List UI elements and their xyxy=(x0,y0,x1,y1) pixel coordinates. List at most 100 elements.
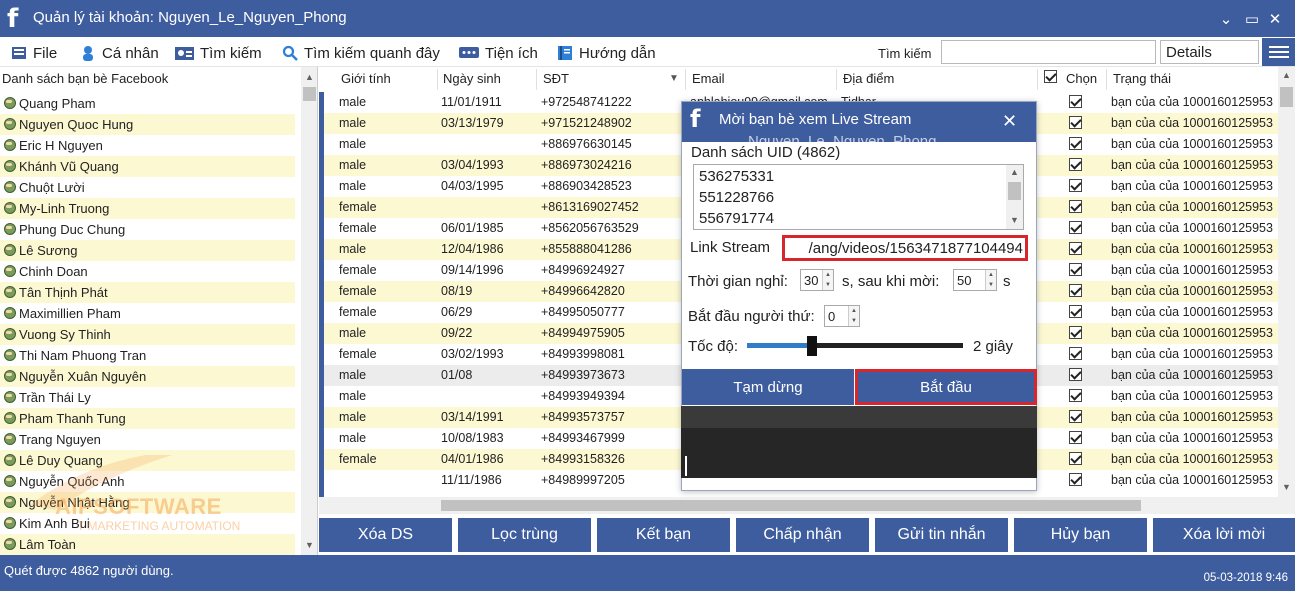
select-checkbox[interactable] xyxy=(1069,284,1082,297)
column-header-phone[interactable]: SĐT xyxy=(543,71,569,89)
column-header-place[interactable]: Địa điểm xyxy=(843,71,894,89)
scroll-thumb[interactable] xyxy=(1008,182,1021,200)
table-horizontal-scrollbar[interactable] xyxy=(319,497,1295,514)
uid-scrollbar[interactable]: ▲ ▼ xyxy=(1006,165,1023,229)
friend-list-item[interactable]: Lâm Toàn xyxy=(0,534,295,555)
speed-slider-thumb[interactable] xyxy=(807,336,817,356)
speed-slider-track[interactable] xyxy=(747,343,963,348)
select-checkbox[interactable] xyxy=(1069,368,1082,381)
column-header-gender[interactable]: Giới tính xyxy=(341,71,391,89)
friend-list-item[interactable]: Quang Pham xyxy=(0,93,295,114)
select-checkbox[interactable] xyxy=(1069,95,1082,108)
friend-list-item[interactable]: Nguyễn Quốc Anh xyxy=(0,471,295,492)
menu-utilities[interactable]: Tiện ích xyxy=(459,43,538,63)
friend-list-item[interactable]: Nguyễn Xuân Nguyên xyxy=(0,366,295,387)
scroll-down-icon[interactable]: ▼ xyxy=(1278,479,1295,496)
table-vertical-scrollbar[interactable]: ▲ ▼ xyxy=(1278,67,1295,497)
friend-list-item[interactable]: Chinh Doan xyxy=(0,261,295,282)
stepper-arrows-icon[interactable]: ▲ ▼ xyxy=(848,306,859,326)
scroll-thumb[interactable] xyxy=(1280,87,1293,107)
scroll-down-icon[interactable]: ▼ xyxy=(1006,213,1023,227)
select-checkbox[interactable] xyxy=(1069,179,1082,192)
unfriend-button[interactable]: Hủy bạn xyxy=(1014,518,1147,552)
dialog-close-button[interactable]: ✕ xyxy=(1002,111,1017,132)
scroll-up-icon[interactable]: ▲ xyxy=(1278,67,1295,84)
close-window-button[interactable]: ✕ xyxy=(1266,10,1284,28)
send-message-button[interactable]: Gửi tin nhắn xyxy=(875,518,1008,552)
select-checkbox[interactable] xyxy=(1069,263,1082,276)
scroll-up-icon[interactable]: ▲ xyxy=(301,69,317,86)
friend-list-item[interactable]: Trần Thái Ly xyxy=(0,387,295,408)
menu-personal[interactable]: Cá nhân xyxy=(80,43,159,63)
friend-list-item[interactable]: Trang Nguyen xyxy=(0,429,295,450)
link-stream-input[interactable]: ang/videos/1563471877104494/ xyxy=(782,235,1028,261)
cell-phone: +84996642820 xyxy=(541,284,625,298)
scroll-thumb[interactable] xyxy=(303,87,316,101)
uid-textarea[interactable]: 536275331 551228766 556791774 ▲ ▼ xyxy=(693,164,1024,230)
friend-list-item[interactable]: Khánh Vũ Quang xyxy=(0,156,295,177)
after-invite-stepper[interactable]: 50 ▲ ▼ xyxy=(953,269,997,291)
menu-file[interactable]: File xyxy=(11,43,57,63)
minimize-button[interactable]: ⌄ xyxy=(1217,10,1235,28)
menu-search[interactable]: Tìm kiếm xyxy=(175,43,262,63)
friend-list-item[interactable]: Lê Duy Quang xyxy=(0,450,295,471)
hamburger-menu-button[interactable] xyxy=(1262,38,1295,66)
menu-guide[interactable]: Hướng dẫn xyxy=(557,43,656,63)
menu-nearby-search[interactable]: Tìm kiếm quanh đây xyxy=(282,43,440,63)
select-checkbox[interactable] xyxy=(1069,242,1082,255)
add-friend-button[interactable]: Kết bạn xyxy=(597,518,730,552)
select-checkbox[interactable] xyxy=(1069,431,1082,444)
friend-list-item[interactable]: Vuong Sy Thinh xyxy=(0,324,295,345)
uid-line: 556791774 xyxy=(699,210,775,227)
book-icon xyxy=(558,46,572,60)
friend-list-item[interactable]: Nguyen Quoc Hung xyxy=(0,114,295,135)
view-mode-select[interactable]: Details xyxy=(1160,40,1259,64)
stepper-arrows-icon[interactable]: ▲ ▼ xyxy=(822,270,833,290)
select-checkbox[interactable] xyxy=(1069,305,1082,318)
select-checkbox[interactable] xyxy=(1069,200,1082,213)
friend-list-item[interactable]: Lê Sương xyxy=(0,240,295,261)
maximize-button[interactable]: ▭ xyxy=(1243,10,1261,28)
select-checkbox[interactable] xyxy=(1069,326,1082,339)
start-index-stepper[interactable]: 0 ▲ ▼ xyxy=(824,305,860,327)
friend-list-item[interactable]: Eric H Nguyen xyxy=(0,135,295,156)
friend-list-item[interactable]: Maximillien Pham xyxy=(0,303,295,324)
friend-list-item[interactable]: Chuột Lười xyxy=(0,177,295,198)
cell-gender: female xyxy=(339,221,377,235)
sort-descending-icon[interactable]: ▼ xyxy=(669,73,679,91)
filter-duplicates-button[interactable]: Lọc trùng xyxy=(458,518,591,552)
select-checkbox[interactable] xyxy=(1069,221,1082,234)
friend-list-item[interactable]: Pham Thanh Tung xyxy=(0,408,295,429)
column-header-dob[interactable]: Ngày sinh xyxy=(443,71,501,89)
pause-button[interactable]: Tạm dừng xyxy=(682,369,854,405)
column-header-email[interactable]: Email xyxy=(692,71,725,89)
select-checkbox[interactable] xyxy=(1069,389,1082,402)
friend-list-item[interactable]: Thi Nam Phuong Tran xyxy=(0,345,295,366)
search-input[interactable] xyxy=(941,40,1156,64)
column-header-status[interactable]: Trạng thái xyxy=(1113,71,1171,89)
friend-list-item[interactable]: Kim Anh Bui xyxy=(0,513,295,534)
column-header-select[interactable]: Chọn xyxy=(1066,71,1097,89)
friend-list-item[interactable]: My-Linh Truong xyxy=(0,198,295,219)
delete-invites-button[interactable]: Xóa lời mời xyxy=(1153,518,1295,552)
friend-list-item[interactable]: Phung Duc Chung xyxy=(0,219,295,240)
select-checkbox[interactable] xyxy=(1069,158,1082,171)
horizontal-scroll-thumb[interactable] xyxy=(441,500,1141,511)
select-all-checkbox[interactable] xyxy=(1044,70,1057,83)
wait-time-stepper[interactable]: 30 ▲ ▼ xyxy=(800,269,834,291)
friend-list-item[interactable]: Tân Thịnh Phát xyxy=(0,282,295,303)
select-checkbox[interactable] xyxy=(1069,410,1082,423)
clear-list-button[interactable]: Xóa DS xyxy=(319,518,452,552)
friend-list-item[interactable]: Nguyễn Nhật Hằng xyxy=(0,492,295,513)
accept-button[interactable]: Chấp nhận xyxy=(736,518,869,552)
select-checkbox[interactable] xyxy=(1069,137,1082,150)
select-checkbox[interactable] xyxy=(1069,452,1082,465)
scroll-down-icon[interactable]: ▼ xyxy=(301,537,317,554)
start-button[interactable]: Bắt đầu xyxy=(855,369,1037,405)
select-checkbox[interactable] xyxy=(1069,347,1082,360)
select-checkbox[interactable] xyxy=(1069,116,1082,129)
friend-list-scrollbar[interactable]: ▲ ▼ xyxy=(301,67,317,555)
scroll-up-icon[interactable]: ▲ xyxy=(1006,165,1023,179)
select-checkbox[interactable] xyxy=(1069,473,1082,486)
stepper-arrows-icon[interactable]: ▲ ▼ xyxy=(985,270,996,290)
